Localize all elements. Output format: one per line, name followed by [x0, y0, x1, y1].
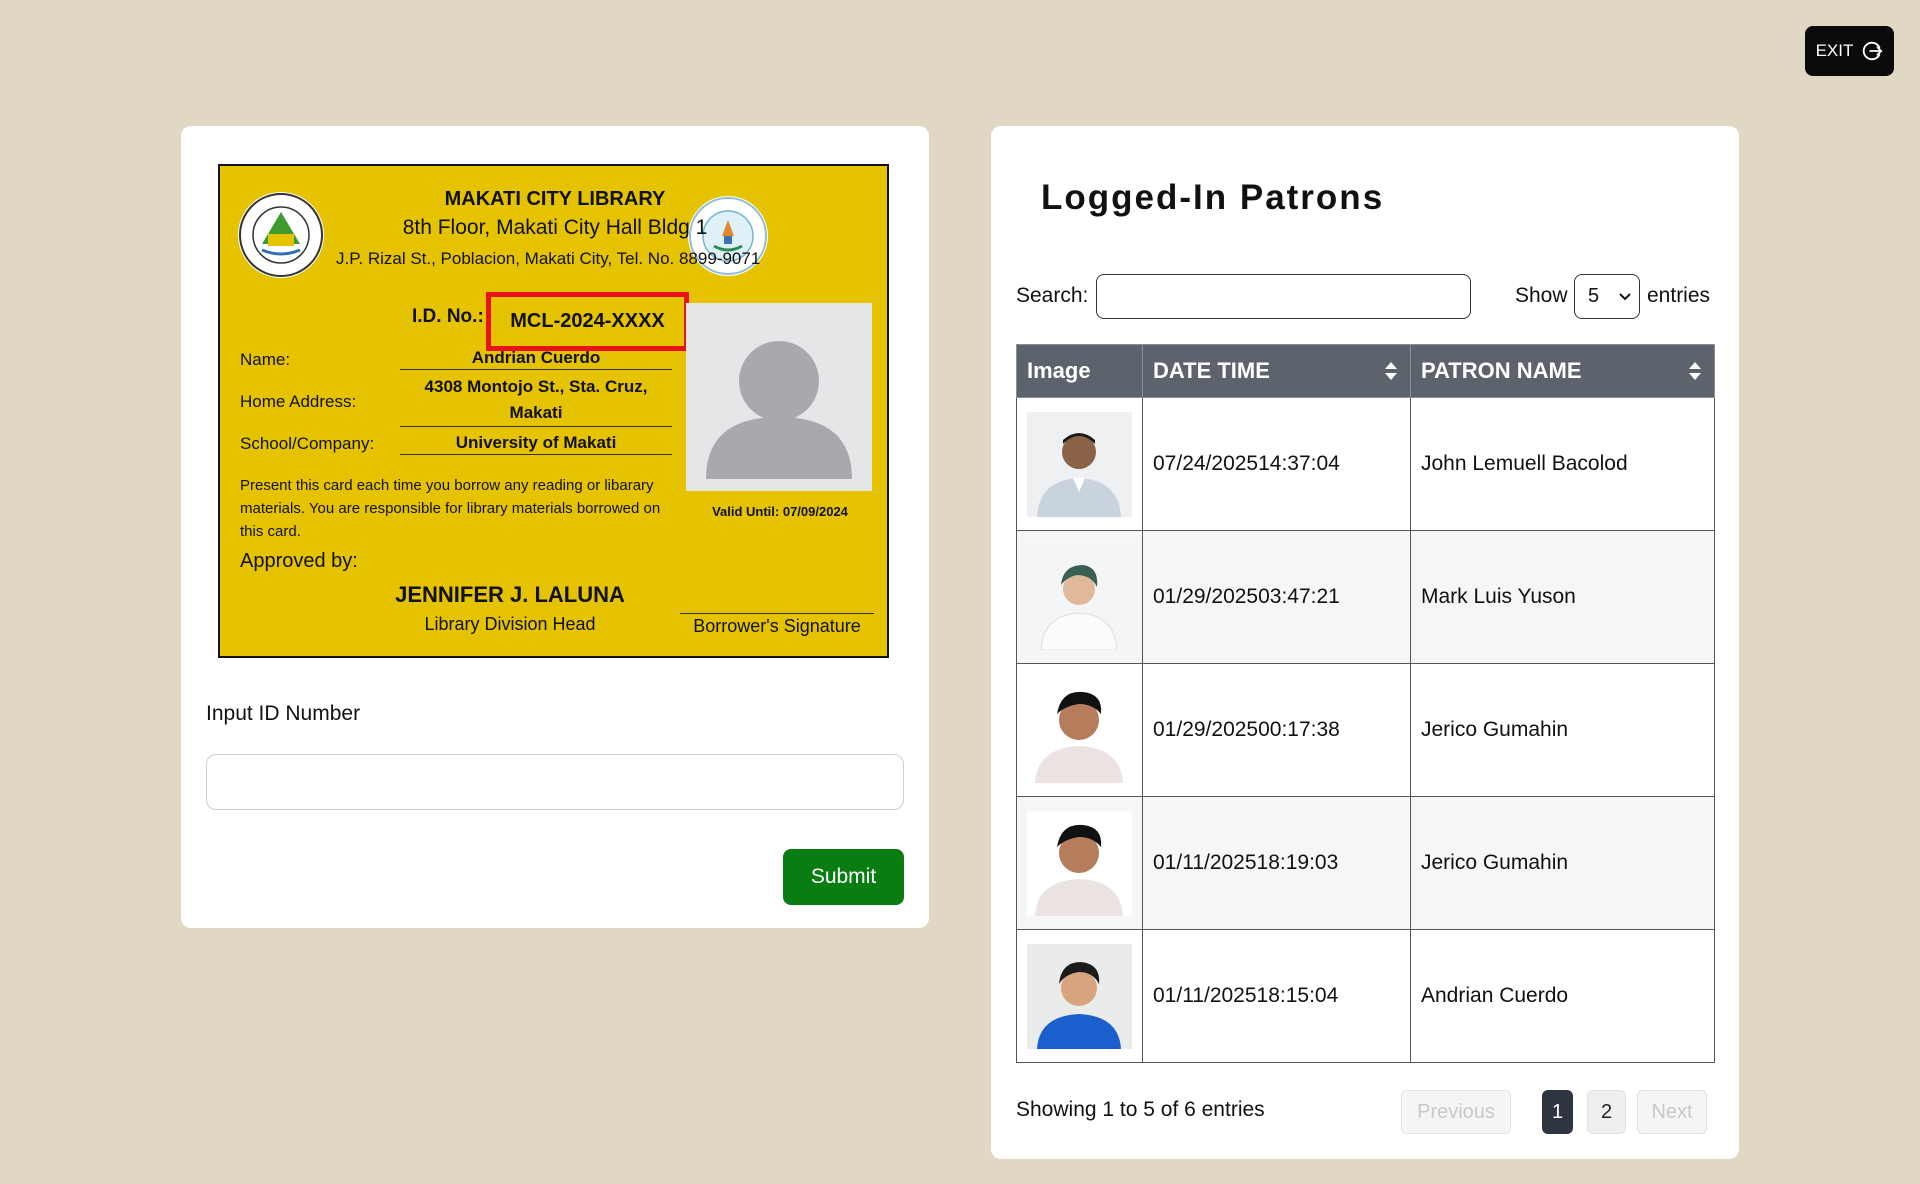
patron-image-cell — [1016, 530, 1143, 664]
search-label: Search: — [1016, 284, 1089, 307]
makati-city-seal-icon — [238, 192, 324, 278]
idno-value: MCL-2024-XXXX — [486, 292, 689, 351]
card-notice: Present this card each time you borrow a… — [240, 477, 661, 540]
person-photo-icon — [1027, 677, 1132, 783]
patron-datetime: 07/24/202514:37:04 — [1142, 397, 1411, 531]
patrons-table: Image DATE TIME PATRON NAME 07/24/202514… — [1016, 344, 1715, 1063]
show-label: Show — [1515, 284, 1568, 307]
patron-name: Mark Luis Yuson — [1410, 530, 1715, 664]
sort-icon — [1689, 362, 1701, 380]
library-address-line1: 8th Floor, Makati City Hall Bldg 1 — [402, 216, 708, 239]
search-input[interactable] — [1096, 274, 1471, 319]
pagination-page-2-button[interactable]: 2 — [1587, 1090, 1626, 1134]
patron-name: John Lemuell Bacolod — [1410, 397, 1715, 531]
person-photo-icon — [1027, 544, 1132, 650]
patron-name: Jerico Gumahin — [1410, 663, 1715, 797]
address-value: 4308 Montojo St., Sta. Cruz, Makati — [400, 374, 672, 427]
school-value: University of Makati — [400, 431, 672, 455]
patron-datetime: 01/11/202518:19:03 — [1142, 796, 1411, 930]
column-header-patron-name[interactable]: PATRON NAME — [1410, 344, 1715, 398]
id-input-label: Input ID Number — [206, 702, 361, 725]
address-label: Home Address: — [240, 392, 357, 411]
pagination-page-1-button[interactable]: 1 — [1542, 1090, 1573, 1134]
name-label: Name: — [240, 350, 291, 369]
valid-until: Valid Until: 07/09/2024 — [712, 504, 848, 519]
borrower-signature-label: Borrower's Signature — [693, 616, 861, 636]
table-row: 01/29/202503:47:21 Mark Luis Yuson — [1016, 530, 1715, 664]
patron-name: Jerico Gumahin — [1410, 796, 1715, 930]
patron-datetime: 01/29/202503:47:21 — [1142, 530, 1411, 664]
exit-button[interactable]: EXIT — [1805, 26, 1894, 76]
chevron-down-icon — [1619, 292, 1631, 300]
signer-role: Library Division Head — [424, 614, 596, 634]
column-header-datetime[interactable]: DATE TIME — [1142, 344, 1411, 398]
person-photo-icon — [1027, 411, 1132, 517]
patron-image-cell — [1016, 663, 1143, 797]
signer-name: JENNIFER J. LALUNA — [395, 582, 625, 607]
card-photo-placeholder-icon — [686, 303, 872, 491]
library-name: MAKATI CITY LIBRARY — [444, 188, 666, 210]
page-title: Logged-In Patrons — [1041, 178, 1385, 217]
library-id-card: MAKATI CITY LIBRARY 8th Floor, Makati Ci… — [218, 164, 889, 658]
showing-entries-text: Showing 1 to 5 of 6 entries — [1016, 1098, 1265, 1121]
approved-by-label: Approved by: — [240, 550, 358, 572]
entries-select[interactable]: 5 — [1574, 274, 1640, 319]
patron-name: Andrian Cuerdo — [1410, 929, 1715, 1063]
name-value: Andrian Cuerdo — [400, 346, 672, 370]
id-number-input[interactable] — [206, 754, 904, 810]
sort-icon — [1385, 362, 1397, 380]
table-row: 01/11/202518:15:04 Andrian Cuerdo — [1016, 929, 1715, 1063]
patron-image-cell — [1016, 929, 1143, 1063]
patrons-panel: Logged-In Patrons Search: Show 5 entries… — [991, 126, 1739, 1159]
patron-image-cell — [1016, 397, 1143, 531]
logout-icon — [1863, 41, 1883, 61]
person-photo-icon — [1027, 810, 1132, 916]
library-address-line2: J.P. Rizal St., Poblacion, Makati City, … — [336, 249, 761, 268]
column-header-patron-name-label: PATRON NAME — [1421, 358, 1582, 383]
idno-label: I.D. No.: — [412, 306, 484, 327]
table-row: 07/24/202514:37:04 John Lemuell Bacolod — [1016, 397, 1715, 531]
submit-button[interactable]: Submit — [783, 849, 904, 905]
entries-label: entries — [1647, 284, 1711, 307]
pagination-previous-button[interactable]: Previous — [1401, 1090, 1511, 1134]
patron-datetime: 01/29/202500:17:38 — [1142, 663, 1411, 797]
column-header-datetime-label: DATE TIME — [1153, 358, 1270, 383]
table-row: 01/29/202500:17:38 Jerico Gumahin — [1016, 663, 1715, 797]
signature-line — [680, 613, 874, 614]
patron-image-cell — [1016, 796, 1143, 930]
patron-datetime: 01/11/202518:15:04 — [1142, 929, 1411, 1063]
entries-select-value: 5 — [1588, 285, 1600, 307]
column-header-image[interactable]: Image — [1016, 344, 1143, 398]
school-label: School/Company: — [240, 434, 375, 453]
id-card-panel: MAKATI CITY LIBRARY 8th Floor, Makati Ci… — [181, 126, 929, 928]
person-photo-icon — [1027, 943, 1132, 1049]
table-row: 01/11/202518:19:03 Jerico Gumahin — [1016, 796, 1715, 930]
pagination-next-button[interactable]: Next — [1637, 1090, 1707, 1134]
exit-label: EXIT — [1815, 41, 1854, 60]
